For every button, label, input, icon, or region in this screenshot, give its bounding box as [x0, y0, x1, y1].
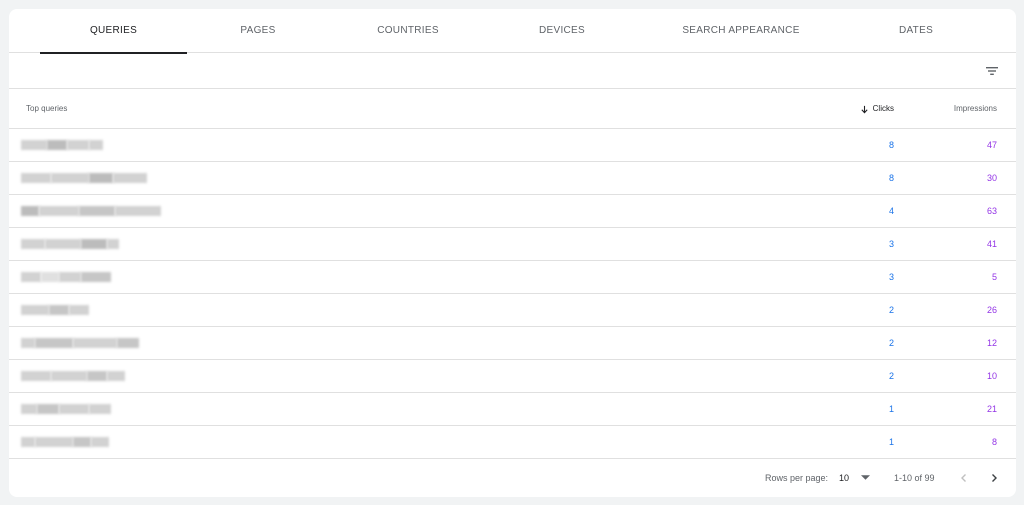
column-header-query: Top queries	[26, 104, 68, 113]
next-page-button[interactable]	[984, 468, 1004, 488]
rows-per-page-select[interactable]: 10	[839, 469, 871, 487]
column-header-clicks[interactable]: Clicks	[860, 89, 894, 129]
chevron-right-icon	[992, 474, 997, 482]
table-row[interactable]: 2 10	[9, 360, 1016, 393]
clicks-cell: 8	[888, 173, 894, 183]
query-redacted	[21, 334, 139, 352]
clicks-cell: 2	[888, 371, 894, 381]
filter-bar	[9, 54, 1016, 89]
query-redacted	[21, 301, 89, 319]
impressions-cell: 12	[986, 338, 997, 348]
clicks-cell: 2	[888, 338, 894, 348]
chevron-left-icon	[961, 474, 966, 482]
impressions-cell: 41	[986, 239, 997, 249]
clicks-cell: 4	[888, 206, 894, 216]
arrow-down-icon	[861, 105, 868, 113]
column-header-clicks-label: Clicks	[872, 104, 894, 113]
table-row[interactable]: 3 41	[9, 228, 1016, 261]
filter-icon[interactable]	[985, 64, 999, 78]
table-row[interactable]: 8 47	[9, 129, 1016, 162]
table-header: Top queries Clicks Impressions	[9, 89, 1016, 129]
tab-dates[interactable]: DATES	[845, 9, 987, 53]
clicks-cell: 3	[888, 272, 894, 282]
tab-pages[interactable]: PAGES	[187, 9, 329, 53]
impressions-cell: 10	[986, 371, 997, 381]
tab-queries[interactable]: QUERIES	[40, 9, 187, 54]
table-row[interactable]: 8 30	[9, 162, 1016, 195]
previous-page-button[interactable]	[954, 468, 974, 488]
pagination-footer: Rows per page: 10 1-10 of 99	[9, 459, 1016, 497]
tab-countries[interactable]: COUNTRIES	[329, 9, 487, 53]
clicks-cell: 1	[888, 404, 894, 414]
query-redacted	[21, 433, 109, 451]
query-redacted	[21, 169, 147, 187]
dimension-tabs: QUERIES PAGES COUNTRIES DEVICES SEARCH A…	[9, 9, 1016, 54]
dropdown-arrow-icon	[861, 475, 871, 480]
table-row[interactable]: 4 63	[9, 195, 1016, 228]
impressions-cell: 5	[991, 272, 997, 282]
impressions-cell: 8	[991, 437, 997, 447]
table-row[interactable]: 1 21	[9, 393, 1016, 426]
table-body: 8 47 8 30 4 63 3 41 3 5 2 26 2 12 2 10 1…	[9, 129, 1016, 459]
impressions-cell: 63	[986, 206, 997, 216]
impressions-cell: 47	[986, 140, 997, 150]
column-header-impressions[interactable]: Impressions	[954, 89, 997, 129]
clicks-cell: 8	[888, 140, 894, 150]
performance-table-card: QUERIES PAGES COUNTRIES DEVICES SEARCH A…	[9, 9, 1016, 497]
impressions-cell: 21	[986, 404, 997, 414]
clicks-cell: 1	[888, 437, 894, 447]
rows-per-page-label: Rows per page:	[765, 473, 829, 483]
page-range: 1-10 of 99	[894, 473, 935, 483]
query-redacted	[21, 136, 103, 154]
clicks-cell: 2	[888, 305, 894, 315]
table-row[interactable]: 2 12	[9, 327, 1016, 360]
table-row[interactable]: 3 5	[9, 261, 1016, 294]
query-redacted	[21, 268, 111, 286]
table-row[interactable]: 1 8	[9, 426, 1016, 459]
tab-search-appearance[interactable]: SEARCH APPEARANCE	[637, 9, 845, 53]
rows-per-page-value: 10	[839, 473, 850, 483]
table-row[interactable]: 2 26	[9, 294, 1016, 327]
impressions-cell: 26	[986, 305, 997, 315]
impressions-cell: 30	[986, 173, 997, 183]
tab-devices[interactable]: DEVICES	[487, 9, 637, 53]
clicks-cell: 3	[888, 239, 894, 249]
query-redacted	[21, 235, 119, 253]
query-redacted	[21, 202, 161, 220]
query-redacted	[21, 367, 125, 385]
query-redacted	[21, 400, 111, 418]
